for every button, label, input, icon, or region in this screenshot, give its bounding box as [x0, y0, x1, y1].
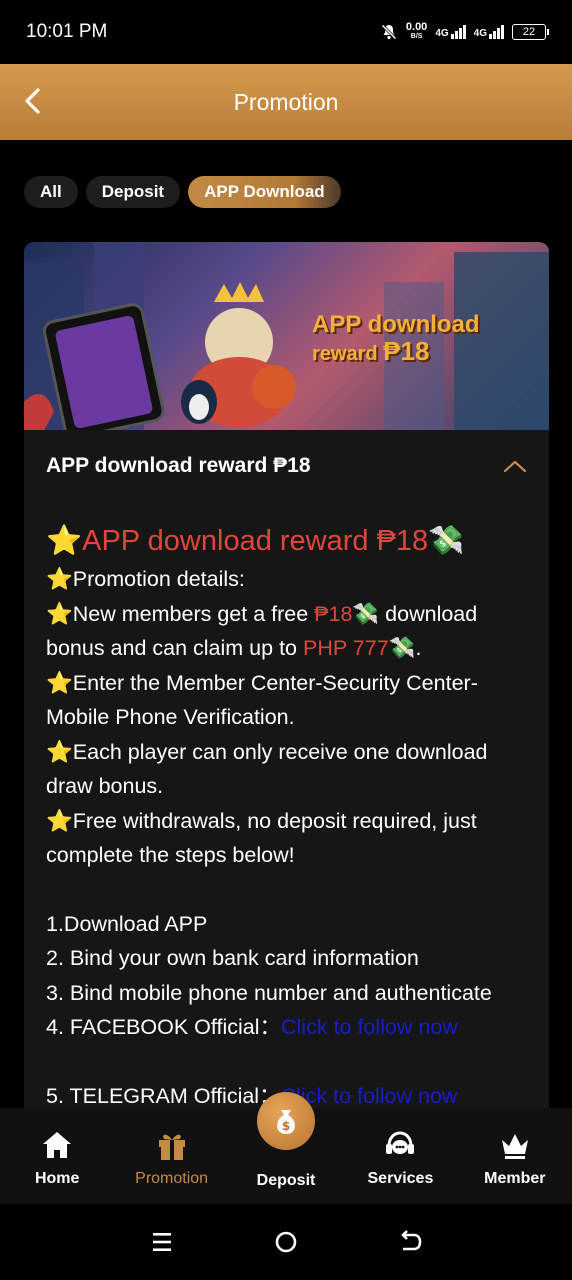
nav-member-label: Member	[484, 1170, 546, 1187]
tab-all[interactable]: All	[24, 176, 78, 208]
home-icon	[43, 1132, 72, 1158]
gift-icon	[158, 1134, 185, 1160]
facebook-follow-link[interactable]: Click to follow now	[281, 1015, 458, 1039]
promotion-card: APP download reward ₱18 APP download rew…	[24, 242, 549, 1122]
detail-text: Each player can only receive one downloa…	[46, 739, 488, 799]
detail-text: .	[415, 636, 422, 660]
nav-services[interactable]: Services	[343, 1108, 457, 1204]
nav-services-label: Services	[367, 1170, 434, 1187]
promotion-card-header[interactable]: APP download reward ₱18	[24, 430, 549, 502]
detail-text: Free withdrawals, no deposit required, j…	[46, 808, 477, 868]
signal-bars-icon	[450, 25, 466, 39]
step-item: 3. Bind mobile phone number and authenti…	[46, 980, 492, 1005]
recent-apps-icon[interactable]	[149, 1229, 175, 1255]
speed-value: 0.00	[405, 21, 428, 33]
star-icon: ⭐	[46, 525, 83, 557]
promotion-headline: ⭐APP download reward ₱18💸	[46, 520, 527, 562]
network-type-2: 4G	[473, 28, 487, 39]
headline-text: APP download reward ₱18	[82, 525, 429, 557]
nav-deposit[interactable]: $ Deposit	[229, 1092, 343, 1204]
chevron-up-icon[interactable]	[503, 459, 527, 473]
status-time: 10:01 PM	[26, 21, 108, 42]
page-title: Promotion	[233, 88, 339, 115]
back-arrow-icon[interactable]	[18, 86, 48, 116]
detail-text: Promotion details:	[72, 567, 245, 591]
promotion-tabs: All Deposit APP Download	[24, 176, 341, 208]
crown-icon	[501, 1134, 528, 1159]
tab-app-download[interactable]: APP Download	[188, 176, 341, 208]
step-item: 1.Download APP	[46, 911, 208, 936]
system-navigation	[0, 1204, 572, 1280]
nav-home[interactable]: Home	[0, 1108, 114, 1204]
detail-line: ⭐New members get a free ₱18💸 download bo…	[46, 597, 527, 666]
banner-line-2: reward ₱18	[312, 338, 480, 367]
signal-bars-icon	[489, 25, 504, 39]
star-icon: ⭐	[46, 601, 73, 626]
detail-text: New members get a free	[72, 601, 315, 626]
promotion-banner[interactable]: APP download reward ₱18	[24, 242, 549, 430]
step-item: 2. Bind your own bank card information	[46, 946, 419, 970]
tab-deposit[interactable]: Deposit	[85, 176, 181, 208]
money-bag-icon: $	[277, 1110, 295, 1134]
app-header: Promotion	[0, 64, 572, 140]
bottom-navigation: Home Promotion $ Deposit Services Member	[0, 1092, 572, 1204]
battery-level: 22	[522, 26, 536, 38]
signal-1: 4G	[435, 25, 466, 39]
speed-unit: B/S	[410, 33, 423, 40]
home-button-icon[interactable]	[273, 1229, 299, 1255]
step-label: 4. FACEBOOK Official：	[46, 1015, 281, 1039]
detail-line: ⭐Each player can only receive one downlo…	[46, 735, 527, 804]
detail-text: Enter the Member Center-Security Center-…	[46, 670, 478, 730]
nav-promotion-label: Promotion	[135, 1170, 209, 1187]
network-type-1: 4G	[435, 28, 449, 39]
status-bar: 10:01 PM 0.00 B/S 4G 4G 22	[0, 0, 572, 64]
money-icon: 💸	[352, 601, 380, 626]
banner-line-1: APP download	[312, 311, 480, 338]
detail-line: ⭐Free withdrawals, no deposit required, …	[46, 804, 527, 873]
nav-home-label: Home	[34, 1170, 80, 1187]
step-label: 5. TELEGRAM Official：	[46, 1083, 281, 1108]
signal-2: 4G	[474, 25, 504, 39]
svg-text:$: $	[282, 1119, 290, 1133]
money-icon: 💸	[388, 636, 416, 660]
banner-reward-label: reward	[312, 343, 384, 365]
promotion-title: APP download reward ₱18	[46, 454, 311, 477]
detail-line: ⭐Enter the Member Center-Security Center…	[46, 666, 527, 735]
banner-reward-amount: ₱18	[383, 336, 430, 366]
back-button-icon[interactable]	[397, 1229, 423, 1255]
bonus-amount: ₱18	[314, 601, 353, 626]
star-icon: ⭐	[46, 567, 73, 591]
banner-caption: APP download reward ₱18	[312, 312, 480, 367]
step-item: 4. FACEBOOK Official：Click to follow now	[46, 1010, 527, 1045]
network-speed: 0.00 B/S	[406, 22, 427, 42]
nav-deposit-label: Deposit	[256, 1172, 316, 1189]
star-icon: ⭐	[46, 808, 73, 833]
nav-member[interactable]: Member	[458, 1108, 572, 1204]
mute-notification-icon	[381, 24, 397, 40]
star-icon: ⭐	[46, 670, 73, 695]
status-icons: 0.00 B/S 4G 4G 22	[380, 22, 549, 42]
deposit-button[interactable]: $	[257, 1092, 316, 1150]
battery-icon: 22	[512, 24, 549, 40]
star-icon: ⭐	[46, 739, 73, 764]
promotion-details: ⭐APP download reward ₱18💸 ⭐Promotion det…	[24, 502, 549, 1113]
money-icon: 💸	[428, 525, 465, 557]
max-bonus-amount: PHP 777	[302, 636, 389, 660]
detail-line: ⭐Promotion details:	[46, 562, 527, 597]
nav-promotion[interactable]: Promotion	[114, 1108, 228, 1204]
headset-icon	[386, 1131, 415, 1154]
